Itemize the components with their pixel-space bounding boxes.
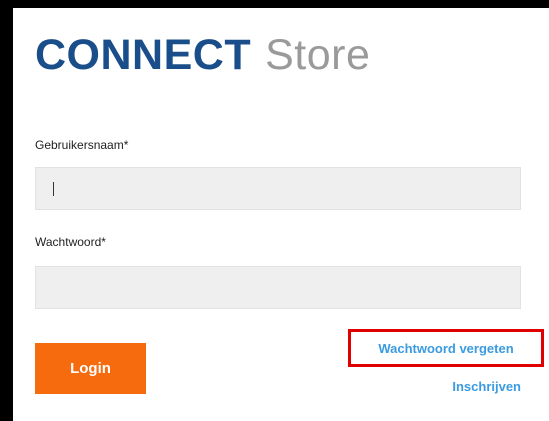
logo-store-text: Store [265, 31, 371, 79]
login-button[interactable]: Login [35, 343, 146, 394]
password-label: Wachtwoord* [35, 235, 106, 249]
connect-store-logo: CONNECT Store [35, 34, 370, 77]
forgot-password-link[interactable]: Wachtwoord vergeten [348, 329, 544, 367]
register-link[interactable]: Inschrijven [452, 379, 521, 394]
password-input[interactable] [35, 266, 521, 309]
login-panel: CONNECT Store Gebruikersnaam* Wachtwoord*… [13, 8, 549, 421]
logo-connect-text: CONNECT [35, 31, 252, 79]
username-input[interactable] [35, 167, 521, 210]
username-label: Gebruikersnaam* [35, 138, 129, 152]
text-caret [53, 182, 54, 196]
forgot-password-label: Wachtwoord vergeten [378, 340, 514, 356]
